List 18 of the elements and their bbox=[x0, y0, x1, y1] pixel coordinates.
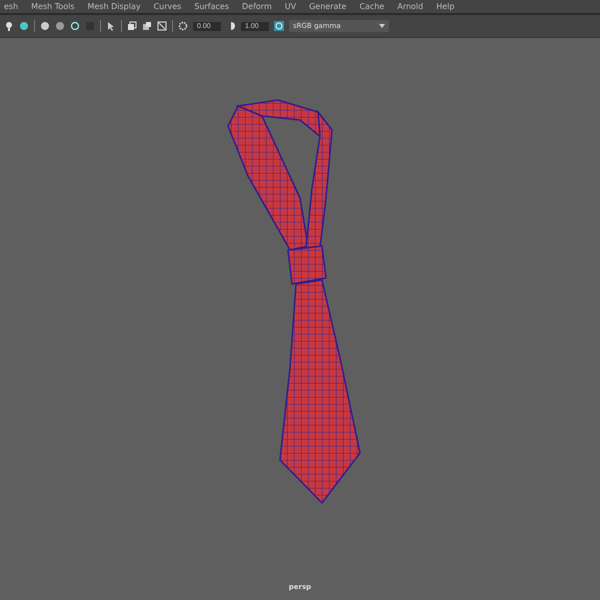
menu-item[interactable]: Surfaces bbox=[194, 2, 230, 12]
menu-item[interactable]: Generate bbox=[309, 2, 346, 12]
menu-item[interactable]: Help bbox=[436, 2, 454, 12]
color-management-icon[interactable] bbox=[274, 21, 284, 31]
light-bulb-icon[interactable] bbox=[4, 21, 14, 31]
sphere-icon[interactable] bbox=[19, 21, 29, 31]
menu-item[interactable]: Mesh Tools bbox=[31, 2, 74, 12]
menu-item[interactable]: UV bbox=[284, 2, 296, 12]
menu-item[interactable]: esh bbox=[4, 2, 18, 12]
menu-item[interactable]: Curves bbox=[154, 2, 182, 12]
caret-icon bbox=[379, 24, 385, 28]
menu-item[interactable]: Deform bbox=[242, 2, 272, 12]
ring-icon[interactable] bbox=[70, 21, 80, 31]
framed-square-icon[interactable] bbox=[157, 21, 167, 31]
menu-item[interactable]: Cache bbox=[359, 2, 384, 12]
menu-item[interactable]: Arnold bbox=[397, 2, 424, 12]
select-icon[interactable] bbox=[106, 21, 116, 31]
menu-item[interactable]: Mesh Display bbox=[87, 2, 141, 12]
